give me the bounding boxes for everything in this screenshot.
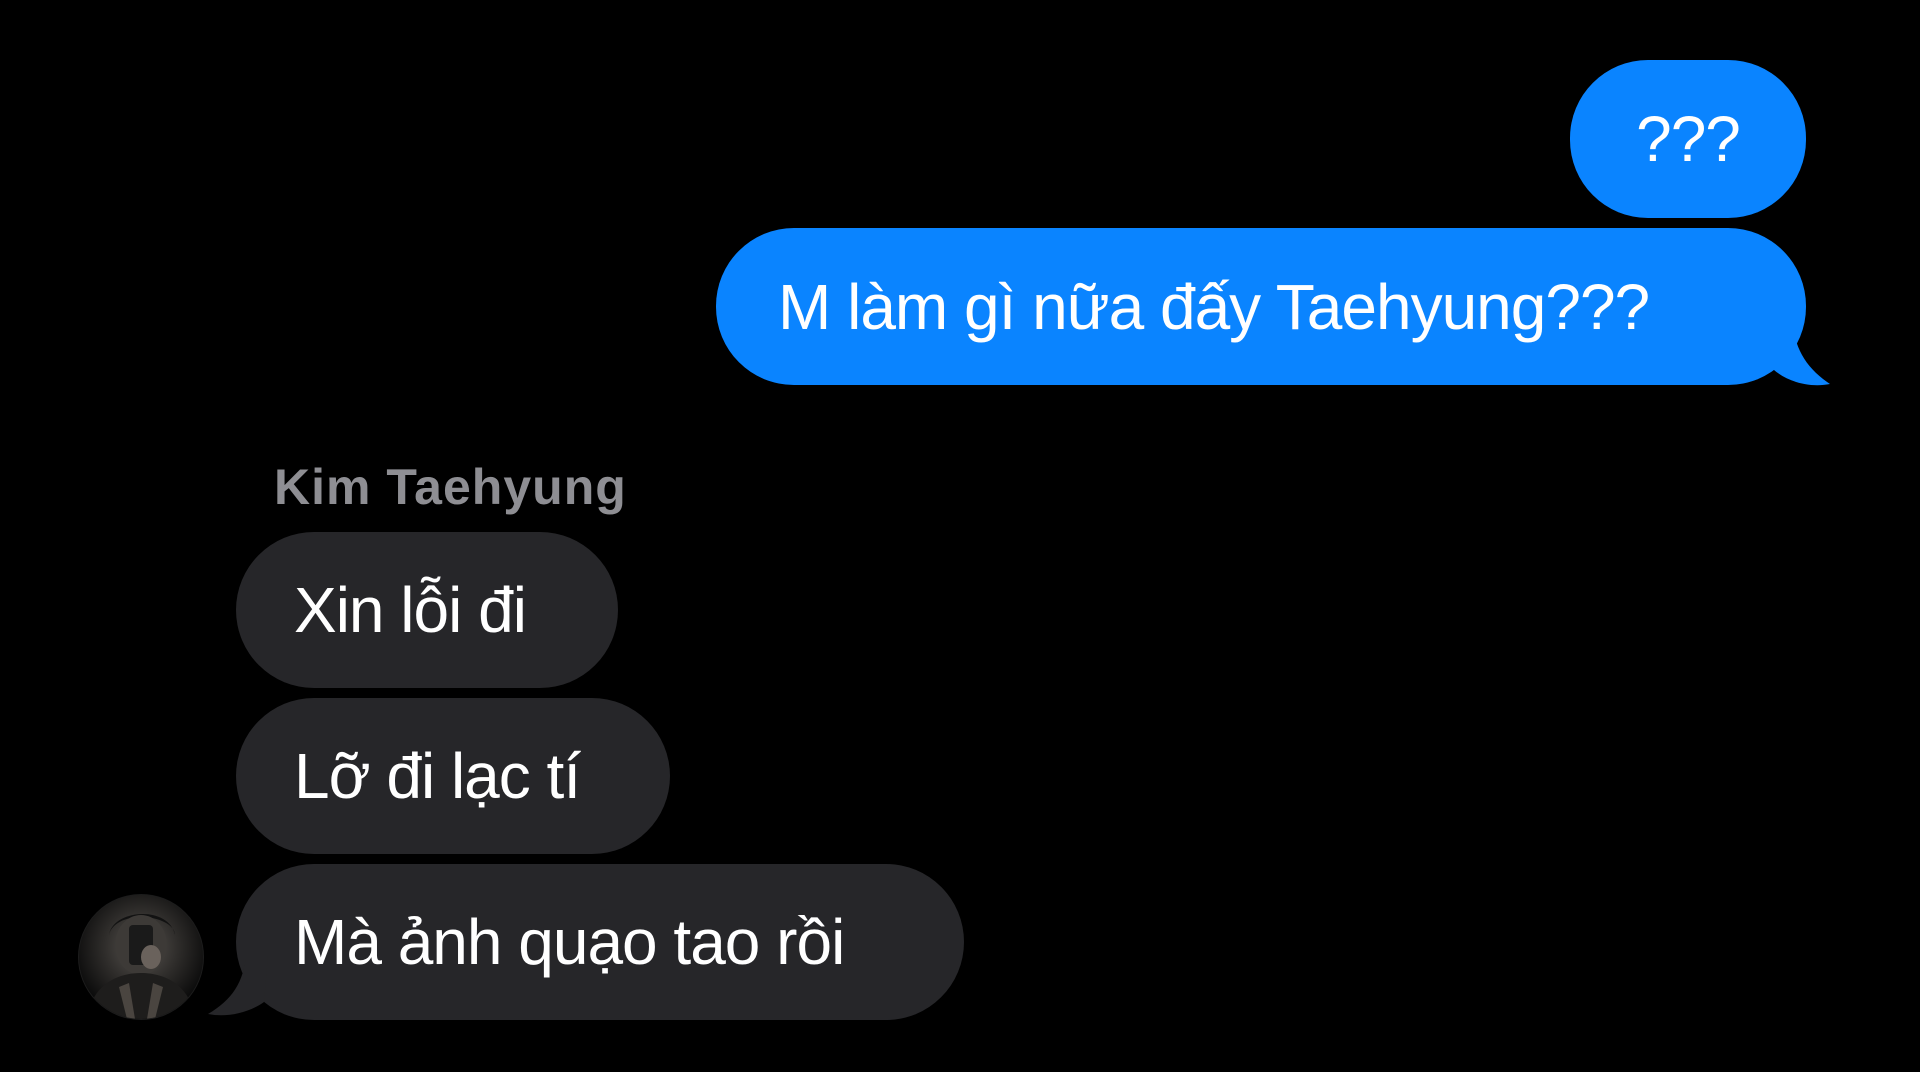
outgoing-message-bubble[interactable]: M làm gì nữa đấy Taehyung???: [716, 228, 1806, 385]
message-text: Mà ảnh quạo tao rồi: [294, 906, 845, 978]
outgoing-message-bubble[interactable]: ???: [1570, 60, 1806, 218]
incoming-bubble-tail: [208, 954, 268, 1016]
message-text: ???: [1636, 103, 1741, 175]
avatar-photo-icon: [79, 895, 203, 1019]
incoming-message-bubble[interactable]: Xin lỗi đi: [236, 532, 618, 688]
message-text: M làm gì nữa đấy Taehyung???: [778, 270, 1650, 343]
outgoing-bubble-tail: [1770, 318, 1830, 386]
incoming-message-bubble[interactable]: Lỡ đi lạc tí: [236, 698, 670, 854]
sender-name: Kim Taehyung: [274, 459, 627, 515]
message-text: Xin lỗi đi: [294, 574, 527, 646]
incoming-message-bubble[interactable]: Mà ảnh quạo tao rồi: [236, 864, 964, 1020]
avatar[interactable]: [78, 894, 204, 1020]
message-text: Lỡ đi lạc tí: [294, 740, 581, 812]
